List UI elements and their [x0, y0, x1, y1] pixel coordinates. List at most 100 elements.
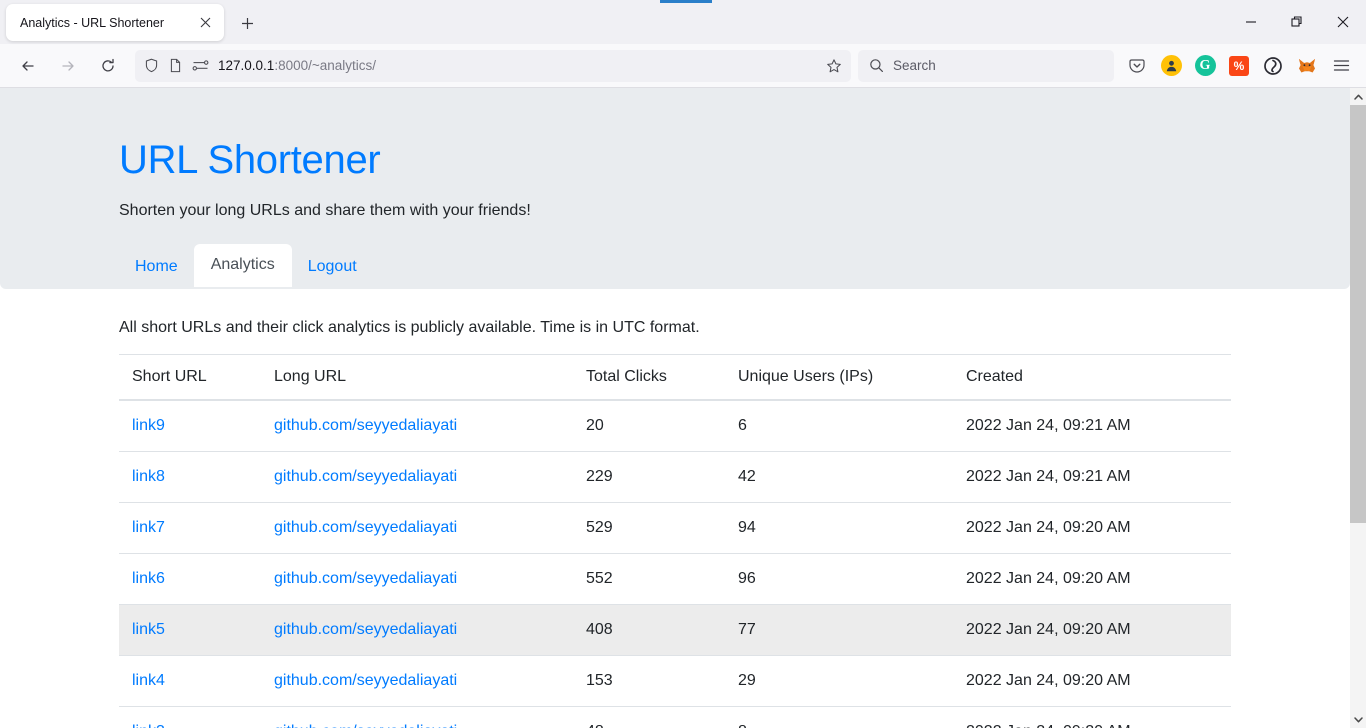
restore-icon[interactable]: [1274, 0, 1320, 44]
cell-long-url[interactable]: github.com/seyyedaliayati: [261, 655, 573, 707]
cell-created: 2022 Jan 24, 09:20 AM: [953, 553, 1231, 605]
cell-long-url-link[interactable]: github.com/seyyedaliayati: [274, 417, 457, 434]
cell-unique-users: 29: [725, 655, 953, 707]
cell-long-url[interactable]: github.com/seyyedaliayati: [261, 604, 573, 656]
vertical-scrollbar[interactable]: [1350, 88, 1366, 728]
cell-total-clicks: 153: [573, 655, 725, 707]
cell-short-url-link[interactable]: link4: [132, 672, 165, 689]
cell-long-url-link[interactable]: github.com/seyyedaliayati: [274, 468, 457, 485]
cell-unique-users: 77: [725, 604, 953, 656]
cell-long-url[interactable]: github.com/seyyedaliayati: [261, 451, 573, 503]
account-avatar-icon[interactable]: [1154, 50, 1188, 82]
search-icon: [869, 58, 884, 73]
scroll-up-icon[interactable]: [1350, 88, 1366, 105]
cell-short-url[interactable]: link5: [119, 604, 261, 656]
search-bar[interactable]: Search: [858, 49, 1114, 82]
tab-logout[interactable]: Logout: [292, 247, 373, 287]
cell-short-url-link[interactable]: link8: [132, 468, 165, 485]
cell-total-clicks: 229: [573, 451, 725, 503]
minimize-icon[interactable]: [1228, 0, 1274, 44]
table-row[interactable]: link5 github.com/seyyedaliayati 408 77 2022 …: [119, 604, 1231, 656]
analytics-table: Short URL Long URL Total Clicks Unique U…: [119, 354, 1231, 728]
extension-dark-icon[interactable]: [1256, 50, 1290, 82]
shield-icon[interactable]: [144, 58, 159, 73]
cell-long-url[interactable]: github.com/seyyedaliayati: [261, 502, 573, 554]
address-bar[interactable]: 127.0.0.1:8000/~analytics/: [135, 49, 851, 82]
cell-short-url[interactable]: link3: [119, 706, 261, 728]
extension-orange-icon[interactable]: %: [1222, 50, 1256, 82]
cell-short-url-link[interactable]: link9: [132, 417, 165, 434]
cell-short-url[interactable]: link9: [119, 400, 261, 452]
cell-created: 2022 Jan 24, 09:20 AM: [953, 655, 1231, 707]
window-close-icon[interactable]: [1320, 0, 1366, 44]
cell-long-url-link[interactable]: github.com/seyyedaliayati: [274, 672, 457, 689]
table-row[interactable]: link7 github.com/seyyedaliayati 529 94 2022 …: [119, 502, 1231, 554]
new-tab-button[interactable]: [232, 8, 262, 38]
cell-long-url[interactable]: github.com/seyyedaliayati: [261, 553, 573, 605]
pocket-icon[interactable]: [1120, 50, 1154, 82]
cell-long-url[interactable]: github.com/seyyedaliayati: [261, 400, 573, 452]
cell-short-url[interactable]: link4: [119, 655, 261, 707]
browser-window: Analytics - URL Shortener 127.0.0.1:8000…: [0, 0, 1366, 728]
cell-created: 2022 Jan 24, 09:21 AM: [953, 400, 1231, 452]
bookmark-star-icon[interactable]: [826, 58, 842, 74]
cell-short-url-link[interactable]: link6: [132, 570, 165, 587]
cell-short-url-link[interactable]: link7: [132, 519, 165, 536]
tracking-protection-icon[interactable]: [192, 58, 209, 73]
cell-long-url-link[interactable]: github.com/seyyedaliayati: [274, 519, 457, 536]
table-row[interactable]: link6 github.com/seyyedaliayati 552 96 2022 …: [119, 553, 1231, 605]
back-icon[interactable]: [11, 50, 45, 82]
cell-short-url[interactable]: link8: [119, 451, 261, 503]
forward-icon[interactable]: [51, 50, 85, 82]
cell-short-url-link[interactable]: link3: [132, 723, 165, 728]
tab-analytics[interactable]: Analytics: [193, 243, 292, 287]
table-row[interactable]: link8 github.com/seyyedaliayati 229 42 2022 …: [119, 451, 1231, 503]
cell-long-url[interactable]: github.com/seyyedaliayati: [261, 706, 573, 728]
cell-total-clicks: 529: [573, 502, 725, 554]
tab-home[interactable]: Home: [119, 247, 194, 287]
tab-accent-line: [660, 0, 712, 3]
cell-short-url[interactable]: link6: [119, 553, 261, 605]
cell-long-url-link[interactable]: github.com/seyyedaliayati: [274, 621, 457, 638]
url-path: :8000/~analytics/: [274, 58, 377, 73]
cell-total-clicks: 552: [573, 553, 725, 605]
toolbar-extensions: G %: [1120, 50, 1358, 82]
browser-tab-active[interactable]: Analytics - URL Shortener: [6, 4, 224, 41]
reload-icon[interactable]: [91, 50, 125, 82]
scroll-down-icon[interactable]: [1350, 711, 1366, 728]
scrollbar-track[interactable]: [1350, 105, 1366, 711]
cell-short-url-link[interactable]: link5: [132, 621, 165, 638]
scrollbar-thumb[interactable]: [1350, 105, 1366, 523]
cell-created: 2022 Jan 24, 09:20 AM: [953, 604, 1231, 656]
analytics-table-body: link9 github.com/seyyedaliayati 20 6 2022 Ja…: [119, 400, 1231, 728]
page-title: URL Shortener: [119, 138, 381, 182]
table-row[interactable]: link9 github.com/seyyedaliayati 20 6 2022 Ja…: [119, 400, 1231, 452]
window-controls: [1228, 0, 1366, 44]
search-input-placeholder: Search: [893, 58, 936, 73]
cell-unique-users: 96: [725, 553, 953, 605]
page-info-icon[interactable]: [168, 58, 183, 73]
cell-unique-users: 42: [725, 451, 953, 503]
column-header-short-url: Short URL: [119, 354, 261, 401]
cell-short-url[interactable]: link7: [119, 502, 261, 554]
table-row[interactable]: link4 github.com/seyyedaliayati 153 29 2022 …: [119, 655, 1231, 707]
nav-tabs: Home Analytics Logout: [119, 243, 1350, 287]
cell-long-url-link[interactable]: github.com/seyyedaliayati: [274, 570, 457, 587]
browser-toolbar: 127.0.0.1:8000/~analytics/ Search G %: [0, 44, 1366, 88]
close-icon[interactable]: [194, 12, 216, 34]
cell-created: 2022 Jan 24, 09:21 AM: [953, 451, 1231, 503]
cell-total-clicks: 48: [573, 706, 725, 728]
page-tagline: Shorten your long URLs and share them wi…: [119, 202, 531, 219]
cell-created: 2022 Jan 24, 09:20 AM: [953, 706, 1231, 728]
table-header-row: Short URL Long URL Total Clicks Unique U…: [119, 354, 1231, 401]
metamask-fox-icon[interactable]: [1290, 50, 1324, 82]
column-header-created: Created: [953, 354, 1231, 401]
cell-created: 2022 Jan 24, 09:20 AM: [953, 502, 1231, 554]
app-menu-icon[interactable]: [1324, 50, 1358, 82]
table-row[interactable]: link3 github.com/seyyedaliayati 4882022 Ja…: [119, 706, 1231, 728]
grammarly-icon[interactable]: G: [1188, 50, 1222, 82]
column-header-long-url: Long URL: [261, 354, 573, 401]
cell-unique-users: 94: [725, 502, 953, 554]
cell-long-url-link[interactable]: github.com/seyyedaliayati: [274, 723, 457, 728]
cell-total-clicks: 20: [573, 400, 725, 452]
